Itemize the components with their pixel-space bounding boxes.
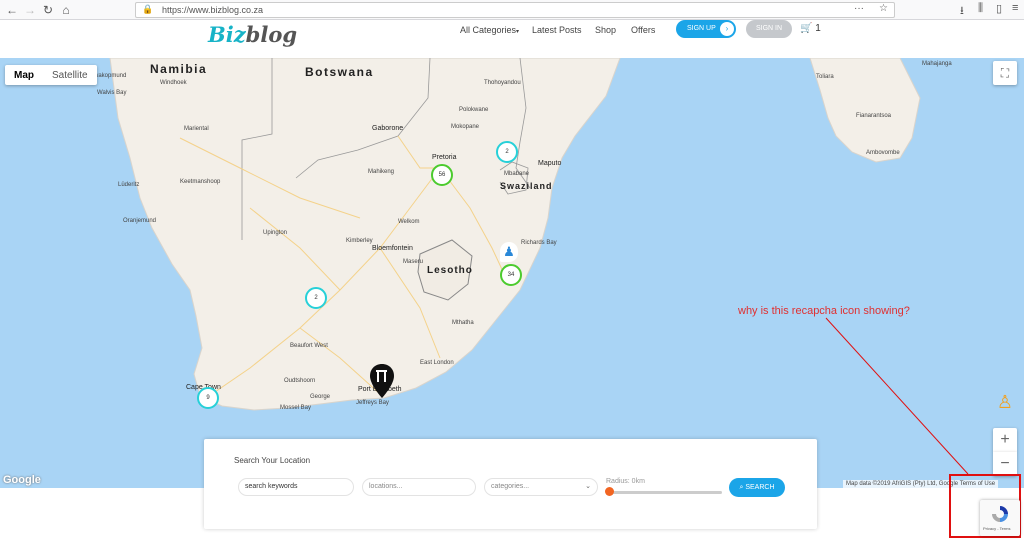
recaptcha-links[interactable]: Privacy - Terms [983,526,1010,531]
annotation-line [825,317,969,475]
recaptcha-icon [992,506,1008,522]
recaptcha-badge[interactable]: Privacy - Terms [980,500,1020,536]
annotation-text: why is this recapcha icon showing? [738,305,910,317]
